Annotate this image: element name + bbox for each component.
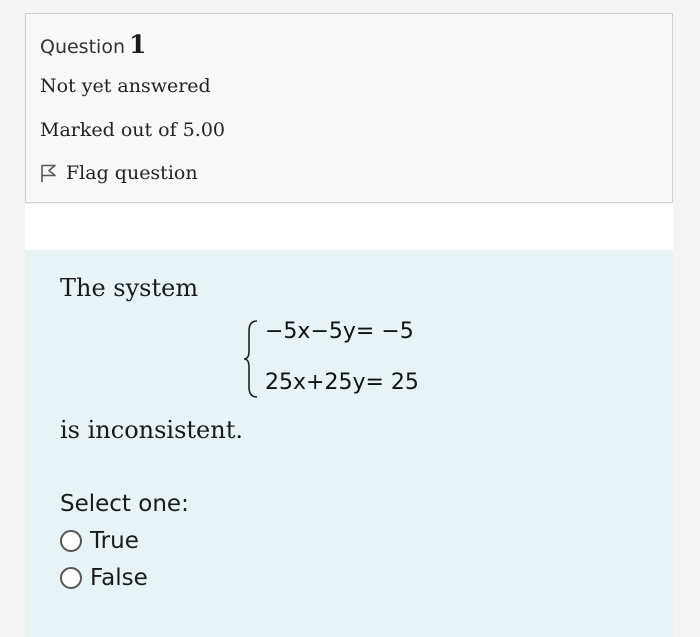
option-true[interactable]: True xyxy=(60,528,139,554)
equation-system: −5x−5y= −5 25x+25y= 25 xyxy=(243,319,419,399)
question-info-panel: Question 1 Not yet answered Marked out o… xyxy=(25,13,673,203)
question-marks: Marked out of 5.00 xyxy=(40,119,225,141)
left-brace-icon xyxy=(243,319,259,399)
option-true-label: True xyxy=(90,528,139,554)
equation-line-1: −5x−5y= −5 xyxy=(265,319,414,344)
true-radio-button[interactable] xyxy=(60,530,82,552)
flag-question-label: Flag question xyxy=(66,162,198,184)
question-conclusion-text: is inconsistent. xyxy=(60,416,243,444)
option-false-label: False xyxy=(90,565,148,591)
false-radio-button[interactable] xyxy=(60,567,82,589)
question-status: Not yet answered xyxy=(40,75,211,97)
divider-band xyxy=(25,204,673,250)
question-intro-text: The system xyxy=(60,274,199,302)
option-false[interactable]: False xyxy=(60,565,148,591)
question-number: 1 xyxy=(128,30,147,59)
quiz-page: Question 1 Not yet answered Marked out o… xyxy=(0,0,700,637)
flag-question-button[interactable]: Flag question xyxy=(40,162,198,184)
question-title: Question 1 xyxy=(40,30,146,59)
equation-line-2: 25x+25y= 25 xyxy=(265,370,419,395)
flag-outline-icon xyxy=(40,163,58,183)
question-label: Question xyxy=(40,36,125,58)
question-content-panel: The system −5x−5y= −5 25x+25y= 25 is inc… xyxy=(25,250,673,637)
select-one-label: Select one: xyxy=(60,491,189,517)
